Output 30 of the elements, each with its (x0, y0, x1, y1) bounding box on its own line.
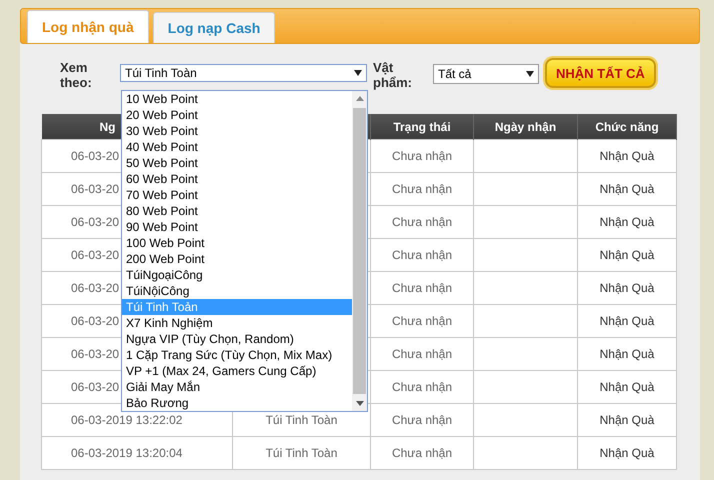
column-header: Chức năng (578, 114, 676, 140)
table-cell: Túi Tinh Toàn (232, 436, 370, 470)
table-cell: Chưa nhận (370, 238, 474, 272)
claim-all-button[interactable]: NHẬN TẤT CẢ (545, 58, 656, 88)
table-cell: Chưa nhận (370, 404, 474, 436)
table-cell: Chưa nhận (370, 206, 474, 238)
column-header: Ngày nhận (474, 114, 578, 140)
scroll-down-icon[interactable] (356, 401, 364, 406)
table-cell: Chưa nhận (370, 272, 474, 304)
item-dropdown[interactable]: Tất cả (433, 64, 539, 84)
dropdown-option[interactable]: 30 Web Point (122, 123, 352, 139)
caret-icon (354, 70, 362, 76)
table-cell: 06-03-2019 13:20:04 (42, 436, 232, 470)
table-cell: Chưa nhận (370, 140, 474, 172)
table-cell: Chưa nhận (370, 436, 474, 470)
caret-icon (526, 71, 534, 77)
scroll-up-icon[interactable] (356, 96, 364, 101)
filter-label: Vật phẩm: (373, 60, 413, 90)
column-header: Trạng thái (370, 114, 474, 140)
table-cell: Chưa nhận (370, 370, 474, 404)
scrollbar[interactable] (352, 91, 367, 411)
filter-label: Xem theo: (60, 60, 93, 90)
dropdown-option[interactable]: 10 Web Point (122, 91, 352, 107)
column-header: Ng (100, 120, 116, 134)
view-dropdown[interactable]: Túi Tinh Toàn (120, 64, 367, 82)
table-cell: Chưa nhận (370, 338, 474, 370)
scrollbar-thumb[interactable] (353, 108, 366, 394)
dropdown-option[interactable]: 20 Web Point (122, 107, 352, 123)
table-cell: Chưa nhận (370, 172, 474, 206)
table-cell: Chưa nhận (370, 304, 474, 338)
